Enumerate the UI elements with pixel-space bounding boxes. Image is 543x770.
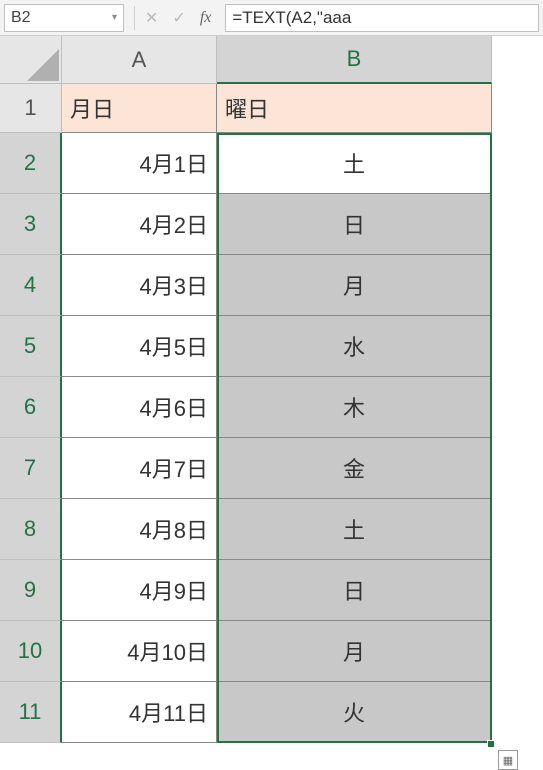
column-header-a[interactable]: A <box>62 36 217 84</box>
cell-b1-value: 曜日 <box>225 92 269 124</box>
cell-a1[interactable]: 月日 <box>62 84 217 133</box>
cell-a6[interactable]: 4月6日 <box>62 377 217 438</box>
row-header-4[interactable]: 4 <box>0 255 62 316</box>
cell-a8[interactable]: 4月8日 <box>62 499 217 560</box>
name-box[interactable]: B2 ▾ <box>4 4 124 32</box>
row-header-3[interactable]: 3 <box>0 194 62 255</box>
cell-a2-value: 4月1日 <box>140 147 208 179</box>
cell-b5[interactable]: 水 <box>217 316 492 377</box>
cell-b11[interactable]: 火 <box>217 682 492 743</box>
cell-a3-value: 4月2日 <box>140 208 208 240</box>
fx-icon[interactable]: fx <box>200 9 212 27</box>
column-header-b[interactable]: B <box>217 36 492 84</box>
cell-a10-value: 4月10日 <box>127 635 208 667</box>
cell-b10[interactable]: 月 <box>217 621 492 682</box>
row-header-2[interactable]: 2 <box>0 133 62 194</box>
cell-b6[interactable]: 木 <box>217 377 492 438</box>
cell-a11-value: 4月11日 <box>129 696 208 728</box>
cell-b8-value: 土 <box>343 513 365 545</box>
cell-a8-value: 4月8日 <box>140 513 208 545</box>
row-header-8[interactable]: 8 <box>0 499 62 560</box>
cell-b9[interactable]: 日 <box>217 560 492 621</box>
cell-a10[interactable]: 4月10日 <box>62 621 217 682</box>
cell-a2[interactable]: 4月1日 <box>62 133 217 194</box>
name-box-dropdown-icon[interactable]: ▾ <box>112 12 117 23</box>
divider <box>134 6 135 30</box>
cell-b3-value: 日 <box>343 208 365 240</box>
cell-b9-value: 日 <box>343 574 365 606</box>
cell-b6-value: 木 <box>343 391 365 423</box>
row-header-6[interactable]: 6 <box>0 377 62 438</box>
name-box-value: B2 <box>11 9 31 27</box>
formula-bar-icons: ✕ ✓ fx <box>145 8 211 28</box>
cell-b7-value: 金 <box>343 452 365 484</box>
cell-b4[interactable]: 月 <box>217 255 492 316</box>
cell-a4-value: 4月3日 <box>140 269 208 301</box>
cancel-icon[interactable]: ✕ <box>145 8 158 28</box>
cell-a7-value: 4月7日 <box>140 452 208 484</box>
cell-a3[interactable]: 4月2日 <box>62 194 217 255</box>
row-header-10[interactable]: 10 <box>0 621 62 682</box>
cell-a4[interactable]: 4月3日 <box>62 255 217 316</box>
cell-b1[interactable]: 曜日 <box>217 84 492 133</box>
cell-b7[interactable]: 金 <box>217 438 492 499</box>
cell-b10-value: 月 <box>343 635 365 667</box>
accept-icon[interactable]: ✓ <box>172 8 185 28</box>
cell-a5[interactable]: 4月5日 <box>62 316 217 377</box>
fill-handle[interactable] <box>487 740 495 748</box>
cell-b5-value: 水 <box>343 330 365 362</box>
auto-fill-options-button[interactable]: ▦ <box>498 750 518 770</box>
cell-b2[interactable]: 土 <box>217 133 492 194</box>
cell-a7[interactable]: 4月7日 <box>62 438 217 499</box>
spreadsheet-grid: A B 1 月日 曜日 2 4月1日 土 3 4月2日 日 4 4月3日 月 5… <box>0 36 543 743</box>
cell-b2-value: 土 <box>343 147 365 179</box>
cell-b4-value: 月 <box>343 269 365 301</box>
row-header-7[interactable]: 7 <box>0 438 62 499</box>
cell-a9-value: 4月9日 <box>140 574 208 606</box>
cell-a1-value: 月日 <box>70 92 114 124</box>
row-header-1[interactable]: 1 <box>0 84 62 133</box>
cell-a11[interactable]: 4月11日 <box>62 682 217 743</box>
formula-input[interactable]: =TEXT(A2,"aaa <box>225 4 539 32</box>
cell-b3[interactable]: 日 <box>217 194 492 255</box>
row-header-11[interactable]: 11 <box>0 682 62 743</box>
cell-b11-value: 火 <box>343 696 365 728</box>
cell-b8[interactable]: 土 <box>217 499 492 560</box>
cell-a9[interactable]: 4月9日 <box>62 560 217 621</box>
select-all-corner[interactable] <box>0 36 62 84</box>
formula-text: =TEXT(A2,"aaa <box>232 8 351 28</box>
cell-a6-value: 4月6日 <box>140 391 208 423</box>
row-header-9[interactable]: 9 <box>0 560 62 621</box>
cell-a5-value: 4月5日 <box>140 330 208 362</box>
formula-bar: B2 ▾ ✕ ✓ fx =TEXT(A2,"aaa <box>0 0 543 36</box>
row-header-5[interactable]: 5 <box>0 316 62 377</box>
